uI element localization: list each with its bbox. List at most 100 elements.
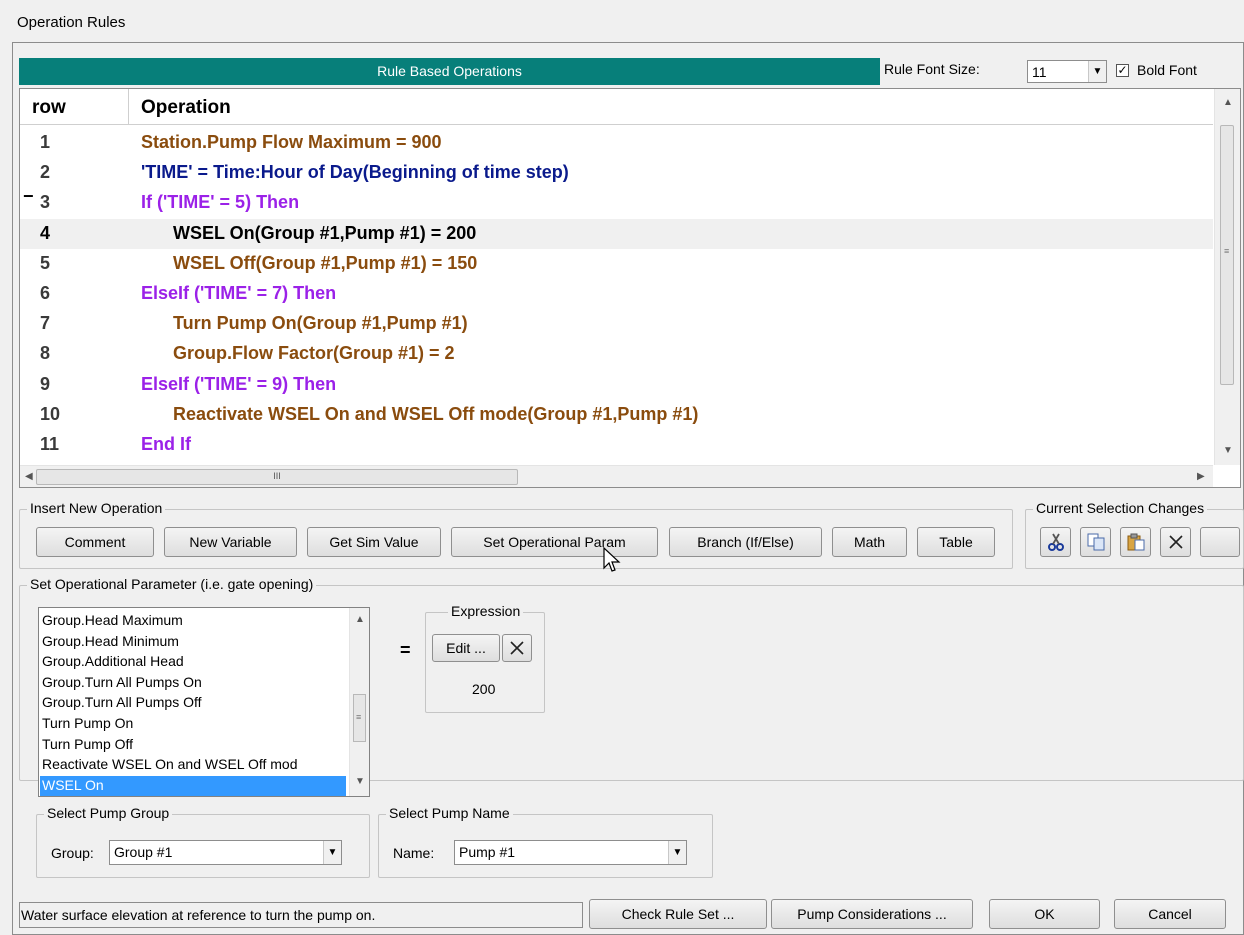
clear-expression-button[interactable] (502, 634, 532, 662)
table-row[interactable]: 11 End If (20, 430, 1213, 460)
mouse-cursor-icon (603, 546, 621, 572)
table-row[interactable]: 6 ElseIf ('TIME' = 7) Then (20, 279, 1213, 309)
row-number: 2 (40, 162, 51, 183)
get-sim-value-button[interactable]: Get Sim Value (307, 527, 441, 557)
pump-name-value: Pump #1 (459, 844, 516, 860)
rule-font-size-combo[interactable]: 11 ▼ (1027, 60, 1107, 83)
new-variable-button[interactable]: New Variable (164, 527, 297, 557)
row-number: 7 (40, 313, 51, 334)
table-row[interactable]: 5 WSEL Off(Group #1,Pump #1) = 150 (20, 249, 1213, 279)
column-header-row[interactable]: row (20, 89, 129, 125)
grid-header: row Operation (20, 89, 1213, 125)
horizontal-scroll-thumb[interactable]: III (36, 469, 518, 485)
chevron-down-icon: ▼ (1088, 61, 1106, 82)
operation-text: Station.Pump Flow Maximum = 900 (141, 132, 442, 152)
chevron-down-icon: ▼ (323, 841, 341, 864)
table-row[interactable]: 9 ElseIf ('TIME' = 9) Then (20, 370, 1213, 400)
table-row[interactable]: 10 Reactivate WSEL On and WSEL Off mode(G… (20, 400, 1213, 430)
parameter-listbox[interactable]: Group.Head Maximum Group.Head Minimum Grou… (38, 607, 370, 797)
current-selection-changes-label: Current Selection Changes (1033, 500, 1208, 516)
cancel-button[interactable]: Cancel (1114, 899, 1226, 929)
row-number: 1 (40, 132, 51, 152)
operation-text: WSEL On(Group #1,Pump #1) = 200 (173, 222, 477, 243)
row-number: 11 (40, 434, 60, 454)
pump-name-combo[interactable]: Pump #1 ▼ (454, 840, 687, 865)
bold-font-checkbox[interactable]: ✓ (1116, 64, 1129, 77)
row-number: 5 (40, 252, 51, 273)
grip-icon: ≡ (1224, 246, 1230, 256)
list-item[interactable]: Group.Head Maximum (42, 611, 348, 631)
equals-sign: = (400, 640, 411, 660)
list-item[interactable]: Group.Additional Head (42, 652, 348, 672)
listbox-scrollbar[interactable]: ▲ ≡ ▼ (349, 608, 369, 796)
list-item[interactable]: Reactivate WSEL On and WSEL Off mod (42, 755, 348, 775)
operation-text: If ('TIME' = 5) Then (141, 192, 300, 213)
table-row[interactable]: 1 Station.Pump Flow Maximum = 900 (20, 128, 1213, 158)
more-selection-button[interactable] (1200, 527, 1240, 557)
list-item[interactable]: Group.Turn All Pumps On (42, 673, 348, 693)
select-pump-name-label: Select Pump Name (386, 805, 513, 821)
row-number: 8 (40, 343, 51, 364)
paste-icon (1127, 533, 1144, 551)
vertical-scroll-thumb[interactable]: ≡ (1220, 125, 1234, 385)
edit-expression-button[interactable]: Edit ... (432, 634, 500, 662)
scissors-icon (1047, 533, 1064, 551)
list-item[interactable]: Group.Head Minimum (42, 632, 348, 652)
table-row[interactable]: 4 WSEL On(Group #1,Pump #1) = 200 (20, 218, 1213, 249)
operation-text: Group.Flow Factor(Group #1) = 2 (173, 343, 455, 364)
math-button[interactable]: Math (832, 527, 907, 557)
scroll-down-icon[interactable]: ▼ (1223, 445, 1233, 456)
close-icon (510, 641, 524, 655)
horizontal-scrollbar[interactable]: ◀ III ▶ (20, 465, 1213, 487)
pump-group-combo[interactable]: Group #1 ▼ (109, 840, 342, 865)
row-number: 4 (40, 222, 51, 243)
collapse-icon[interactable]: − (23, 186, 34, 207)
delete-button[interactable] (1160, 527, 1191, 557)
table-button[interactable]: Table (917, 527, 995, 557)
copy-button[interactable] (1080, 527, 1111, 557)
rules-grid[interactable]: row Operation 1 Station.Pump Flow Maximum… (19, 88, 1241, 488)
checkmark-icon: ✓ (1117, 63, 1128, 77)
operation-text: 'TIME' = Time:Hour of Day(Beginning of t… (141, 162, 569, 183)
set-operational-param-button[interactable]: Set Operational Param (451, 527, 658, 557)
row-number: 9 (40, 373, 51, 394)
list-item[interactable]: Turn Pump On (42, 714, 348, 734)
bold-font-label: Bold Font (1137, 62, 1197, 78)
table-row[interactable]: 2 'TIME' = Time:Hour of Day(Beginning of … (20, 158, 1213, 188)
row-number: 6 (40, 283, 51, 303)
paste-button[interactable] (1120, 527, 1151, 557)
scroll-up-icon[interactable]: ▲ (355, 614, 365, 625)
comment-button[interactable]: Comment (36, 527, 154, 557)
status-text: Water surface elevation at reference to … (19, 902, 583, 928)
list-item[interactable]: Group.Turn All Pumps Off (42, 693, 348, 713)
cut-button[interactable] (1040, 527, 1071, 557)
copy-icon (1087, 533, 1104, 551)
rule-font-size-value: 11 (1032, 64, 1047, 80)
scroll-down-icon[interactable]: ▼ (355, 776, 365, 787)
table-row[interactable]: 7 Turn Pump On(Group #1,Pump #1) (20, 309, 1213, 339)
branch-if-else-button[interactable]: Branch (If/Else) (669, 527, 822, 557)
column-header-operation[interactable]: Operation (141, 97, 231, 119)
group-field-label: Group: (51, 845, 94, 861)
check-rule-set-button[interactable]: Check Rule Set ... (589, 899, 767, 929)
expression-value: 200 (472, 681, 496, 697)
expression-label: Expression (448, 603, 524, 619)
list-item[interactable]: WSEL On (40, 775, 346, 796)
ok-button[interactable]: OK (989, 899, 1100, 929)
select-pump-group-label: Select Pump Group (44, 805, 173, 821)
table-row[interactable]: 8 Group.Flow Factor(Group #1) = 2 (20, 339, 1213, 369)
operation-text: Turn Pump On(Group #1,Pump #1) (173, 313, 468, 334)
table-row[interactable]: 3 If ('TIME' = 5) Then (20, 188, 1213, 218)
scroll-up-icon[interactable]: ▲ (1223, 97, 1233, 108)
scroll-left-icon[interactable]: ◀ (25, 471, 33, 482)
vertical-scrollbar[interactable]: ▲ ≡ ▼ (1214, 89, 1240, 465)
operation-text: ElseIf ('TIME' = 7) Then (141, 283, 337, 303)
delete-x-icon (1168, 535, 1183, 549)
operation-text: WSEL Off(Group #1,Pump #1) = 150 (173, 252, 478, 273)
expression-group: Expression (425, 603, 545, 713)
listbox-scroll-thumb[interactable]: ≡ (353, 694, 366, 742)
pump-considerations-button[interactable]: Pump Considerations ... (771, 899, 973, 929)
scroll-right-icon[interactable]: ▶ (1197, 471, 1205, 482)
list-item[interactable]: Turn Pump Off (42, 735, 348, 755)
window-title: Operation Rules (17, 14, 126, 31)
